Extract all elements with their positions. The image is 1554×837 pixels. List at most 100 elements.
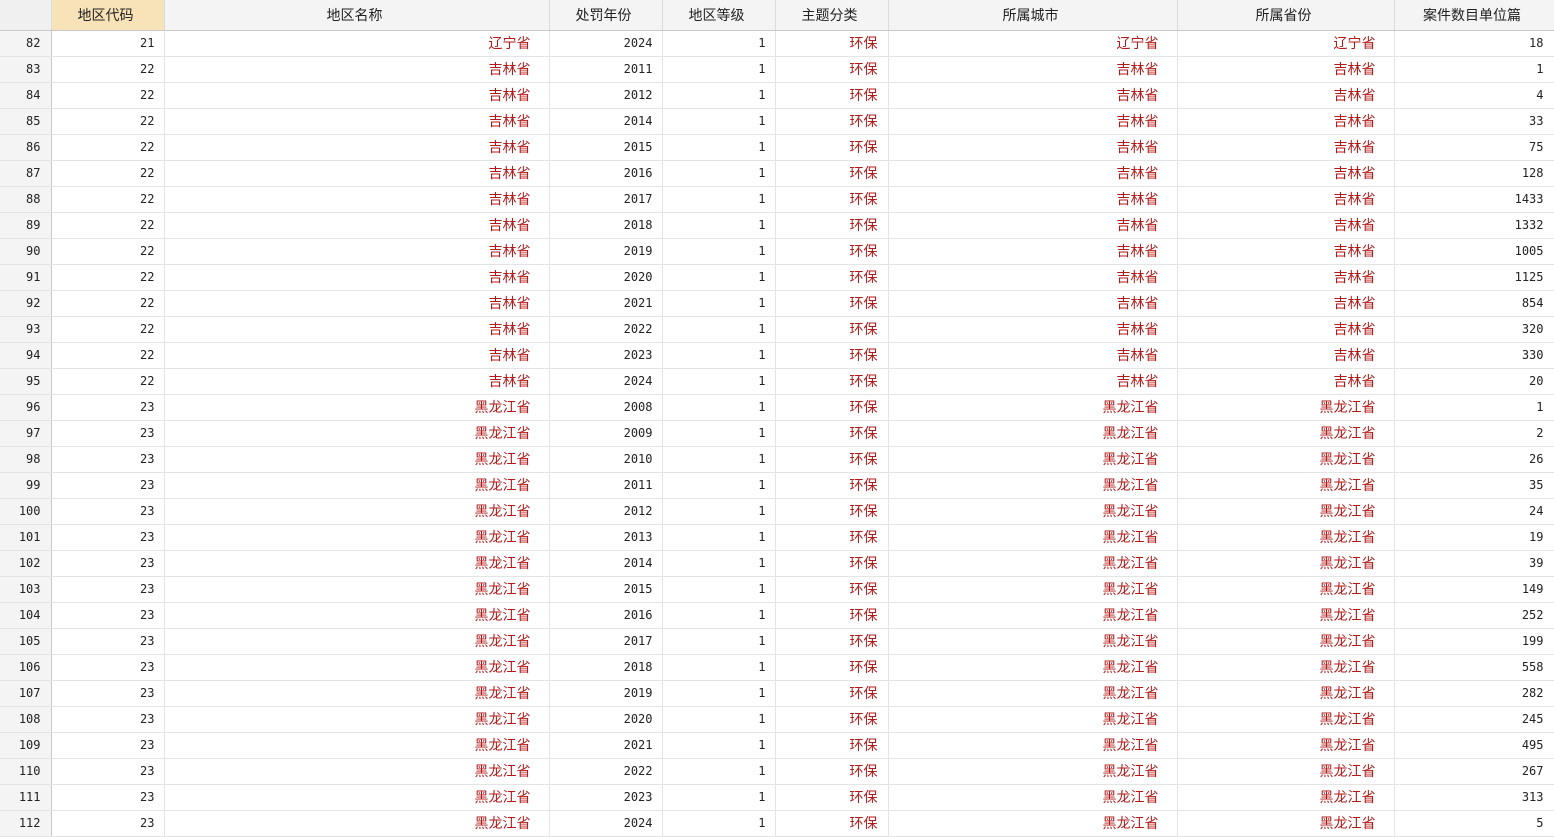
column-header-region-name[interactable]: 地区名称 [164, 0, 550, 31]
table-row[interactable]: 91 22 吉林省 2020 1 环保 吉林省 吉林省 1125 [0, 264, 1554, 291]
table-row[interactable]: 99 23 黑龙江省 2011 1 环保 黑龙江省 黑龙江省 35 [0, 472, 1554, 499]
cell-region-level[interactable]: 1 [662, 706, 776, 733]
cell-region-name[interactable]: 黑龙江省 [164, 784, 550, 811]
cell-region-name[interactable]: 黑龙江省 [164, 498, 550, 525]
cell-region-code[interactable]: 23 [51, 550, 165, 577]
cell-region-name[interactable]: 黑龙江省 [164, 420, 550, 447]
table-row[interactable]: 95 22 吉林省 2024 1 环保 吉林省 吉林省 20 [0, 368, 1554, 395]
cell-topic-category[interactable]: 环保 [775, 212, 889, 239]
cell-topic-category[interactable]: 环保 [775, 394, 889, 421]
cell-topic-category[interactable]: 环保 [775, 134, 889, 161]
cell-province[interactable]: 黑龙江省 [1177, 784, 1395, 811]
cell-region-name[interactable]: 黑龙江省 [164, 576, 550, 603]
cell-penalty-year[interactable]: 2010 [549, 446, 663, 473]
cell-penalty-year[interactable]: 2016 [549, 602, 663, 629]
cell-city[interactable]: 吉林省 [888, 342, 1178, 369]
cell-topic-category[interactable]: 环保 [775, 472, 889, 499]
cell-province[interactable]: 黑龙江省 [1177, 680, 1395, 707]
cell-city[interactable]: 吉林省 [888, 212, 1178, 239]
cell-region-code[interactable]: 23 [51, 628, 165, 655]
cell-city[interactable]: 吉林省 [888, 264, 1178, 291]
cell-region-code[interactable]: 23 [51, 680, 165, 707]
cell-region-level[interactable]: 1 [662, 394, 776, 421]
cell-region-code[interactable]: 22 [51, 368, 165, 395]
cell-penalty-year[interactable]: 2019 [549, 680, 663, 707]
cell-region-level[interactable]: 1 [662, 420, 776, 447]
cell-region-code[interactable]: 23 [51, 810, 165, 837]
cell-case-count[interactable]: 35 [1394, 472, 1554, 499]
cell-case-count[interactable]: 24 [1394, 498, 1554, 525]
cell-region-code[interactable]: 22 [51, 160, 165, 187]
table-row[interactable]: 111 23 黑龙江省 2023 1 环保 黑龙江省 黑龙江省 313 [0, 784, 1554, 811]
cell-case-count[interactable]: 1005 [1394, 238, 1554, 265]
cell-case-count[interactable]: 39 [1394, 550, 1554, 577]
table-row[interactable]: 100 23 黑龙江省 2012 1 环保 黑龙江省 黑龙江省 24 [0, 498, 1554, 525]
cell-region-code[interactable]: 22 [51, 108, 165, 135]
cell-region-code[interactable]: 23 [51, 784, 165, 811]
cell-case-count[interactable]: 854 [1394, 290, 1554, 317]
cell-city[interactable]: 黑龙江省 [888, 758, 1178, 785]
cell-case-count[interactable]: 18 [1394, 30, 1554, 57]
cell-province[interactable]: 黑龙江省 [1177, 576, 1395, 603]
table-row[interactable]: 90 22 吉林省 2019 1 环保 吉林省 吉林省 1005 [0, 238, 1554, 265]
cell-province[interactable]: 黑龙江省 [1177, 550, 1395, 577]
cell-region-level[interactable]: 1 [662, 82, 776, 109]
cell-topic-category[interactable]: 环保 [775, 446, 889, 473]
cell-province[interactable]: 吉林省 [1177, 56, 1395, 83]
cell-region-name[interactable]: 吉林省 [164, 160, 550, 187]
cell-topic-category[interactable]: 环保 [775, 602, 889, 629]
cell-case-count[interactable]: 5 [1394, 810, 1554, 837]
cell-city[interactable]: 吉林省 [888, 134, 1178, 161]
cell-province[interactable]: 黑龙江省 [1177, 524, 1395, 551]
cell-region-level[interactable]: 1 [662, 212, 776, 239]
cell-province[interactable]: 吉林省 [1177, 342, 1395, 369]
cell-region-code[interactable]: 22 [51, 290, 165, 317]
cell-topic-category[interactable]: 环保 [775, 238, 889, 265]
cell-province[interactable]: 吉林省 [1177, 368, 1395, 395]
cell-region-level[interactable]: 1 [662, 30, 776, 57]
cell-city[interactable]: 吉林省 [888, 238, 1178, 265]
cell-region-level[interactable]: 1 [662, 472, 776, 499]
cell-region-name[interactable]: 吉林省 [164, 108, 550, 135]
cell-topic-category[interactable]: 环保 [775, 576, 889, 603]
cell-province[interactable]: 吉林省 [1177, 186, 1395, 213]
cell-province[interactable]: 吉林省 [1177, 134, 1395, 161]
cell-penalty-year[interactable]: 2019 [549, 238, 663, 265]
cell-penalty-year[interactable]: 2015 [549, 134, 663, 161]
cell-case-count[interactable]: 149 [1394, 576, 1554, 603]
cell-city[interactable]: 黑龙江省 [888, 810, 1178, 837]
cell-region-level[interactable]: 1 [662, 784, 776, 811]
cell-region-code[interactable]: 21 [51, 30, 165, 57]
cell-region-code[interactable]: 23 [51, 394, 165, 421]
cell-topic-category[interactable]: 环保 [775, 628, 889, 655]
cell-topic-category[interactable]: 环保 [775, 680, 889, 707]
cell-city[interactable]: 黑龙江省 [888, 784, 1178, 811]
cell-region-code[interactable]: 23 [51, 706, 165, 733]
data-browser-grid[interactable]: 地区代码 地区名称 处罚年份 地区等级 主题分类 所属城市 所属省份 案件数目单… [0, 0, 1554, 837]
cell-topic-category[interactable]: 环保 [775, 316, 889, 343]
column-header-city[interactable]: 所属城市 [888, 0, 1178, 31]
cell-city[interactable]: 黑龙江省 [888, 524, 1178, 551]
cell-region-name[interactable]: 黑龙江省 [164, 628, 550, 655]
cell-region-level[interactable]: 1 [662, 342, 776, 369]
table-row[interactable]: 102 23 黑龙江省 2014 1 环保 黑龙江省 黑龙江省 39 [0, 550, 1554, 577]
cell-region-name[interactable]: 吉林省 [164, 290, 550, 317]
cell-topic-category[interactable]: 环保 [775, 810, 889, 837]
cell-penalty-year[interactable]: 2021 [549, 732, 663, 759]
cell-region-name[interactable]: 黑龙江省 [164, 524, 550, 551]
cell-penalty-year[interactable]: 2022 [549, 316, 663, 343]
cell-region-level[interactable]: 1 [662, 264, 776, 291]
cell-city[interactable]: 吉林省 [888, 108, 1178, 135]
column-header-topic-category[interactable]: 主题分类 [775, 0, 889, 31]
cell-province[interactable]: 黑龙江省 [1177, 446, 1395, 473]
cell-topic-category[interactable]: 环保 [775, 186, 889, 213]
cell-region-code[interactable]: 23 [51, 472, 165, 499]
cell-city[interactable]: 黑龙江省 [888, 732, 1178, 759]
cell-penalty-year[interactable]: 2015 [549, 576, 663, 603]
cell-case-count[interactable]: 282 [1394, 680, 1554, 707]
cell-region-level[interactable]: 1 [662, 550, 776, 577]
cell-province[interactable]: 黑龙江省 [1177, 394, 1395, 421]
cell-case-count[interactable]: 1125 [1394, 264, 1554, 291]
cell-topic-category[interactable]: 环保 [775, 732, 889, 759]
table-row[interactable]: 107 23 黑龙江省 2019 1 环保 黑龙江省 黑龙江省 282 [0, 680, 1554, 707]
